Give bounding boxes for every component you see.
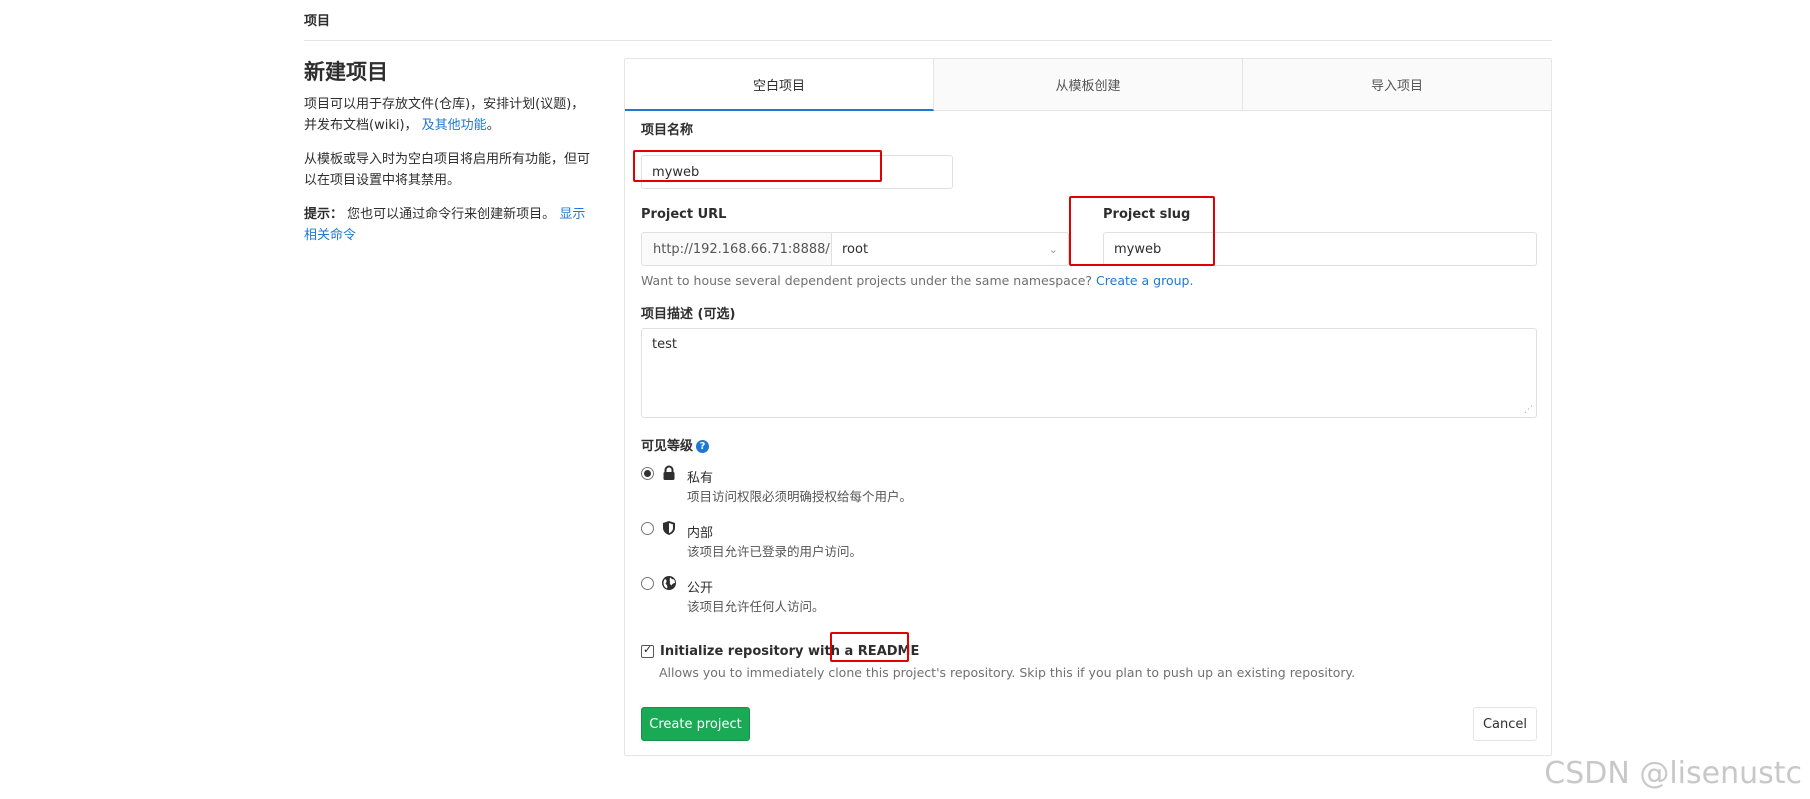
readme-label-strong: README xyxy=(857,644,920,659)
project-url-label: Project URL xyxy=(641,207,727,222)
new-project-panel: 空白项目 从模板创建 导入项目 项目名称 myweb Project URL h… xyxy=(624,58,1552,756)
more-features-link[interactable]: 及其他功能 xyxy=(422,118,487,133)
readme-label[interactable]: Initialize repository with a README xyxy=(660,644,919,659)
visibility-label-text: 可见等级 xyxy=(641,439,694,454)
help-question-icon[interactable]: ? xyxy=(696,440,710,453)
visibility-desc: 该项目允许任何人访问。 xyxy=(687,599,825,614)
create-project-button[interactable]: Create project xyxy=(641,707,750,741)
readme-label-text: Initialize repository with a xyxy=(660,644,854,659)
tab-import-project[interactable]: 导入项目 xyxy=(1243,59,1551,110)
sidebar-description: 项目可以用于存放文件(仓库)，安排计划(议题)，并发布文档(wiki)， 及其他… xyxy=(304,94,594,136)
globe-icon xyxy=(662,576,676,590)
radio-internal[interactable] xyxy=(641,522,654,535)
watermark: CSDN @lisenustc xyxy=(1544,756,1802,791)
project-tabs: 空白项目 从模板创建 导入项目 xyxy=(625,59,1551,111)
sidebar-template-note: 从模板或导入时为空白项目将启用所有功能，但可以在项目设置中将其禁用。 xyxy=(304,152,591,188)
namespace-value: root xyxy=(842,241,869,257)
visibility-title: 内部 xyxy=(687,526,714,541)
description-label: 项目描述 (可选) xyxy=(641,307,736,322)
sidebar-desc-end: 。 xyxy=(486,118,500,133)
lock-icon xyxy=(663,465,675,480)
readme-checkbox[interactable] xyxy=(641,643,654,658)
tip-label: 提示： xyxy=(304,207,344,222)
project-slug-label: Project slug xyxy=(1103,207,1191,222)
visibility-option-internal[interactable]: 内部 该项目允许已登录的用户访问。 xyxy=(641,520,1521,564)
project-slug-input[interactable]: myweb xyxy=(1103,232,1537,266)
cancel-button[interactable]: Cancel xyxy=(1473,707,1537,741)
namespace-select[interactable]: root ⌄ xyxy=(831,232,1069,266)
namespace-help: Want to house several dependent projects… xyxy=(641,273,1193,288)
visibility-title: 私有 xyxy=(687,471,714,486)
readme-help: Allows you to immediately clone this pro… xyxy=(659,665,1356,680)
tab-blank-project[interactable]: 空白项目 xyxy=(625,59,934,111)
project-url-prefix: http://192.168.66.71:8888/ xyxy=(641,232,831,266)
description-textarea[interactable]: test ⋰ xyxy=(641,328,1537,418)
visibility-title: 公开 xyxy=(687,581,714,596)
radio-private[interactable] xyxy=(641,467,654,480)
project-name-label: 项目名称 xyxy=(641,123,694,138)
radio-public[interactable] xyxy=(641,577,654,590)
description-value: test xyxy=(652,337,677,352)
visibility-desc: 该项目允许已登录的用户访问。 xyxy=(687,544,863,559)
visibility-label: 可见等级? xyxy=(641,435,710,454)
visibility-option-private[interactable]: 私有 项目访问权限必须明确授权给每个用户。 xyxy=(641,465,1521,509)
project-name-input[interactable]: myweb xyxy=(641,155,953,189)
create-group-link[interactable]: Create a group. xyxy=(1096,273,1193,288)
sidebar-tip: 提示： 您也可以通过命令行来创建新项目。 显示相关命令 xyxy=(304,204,594,246)
namespace-help-text: Want to house several dependent projects… xyxy=(641,273,1093,288)
visibility-desc: 项目访问权限必须明确授权给每个用户。 xyxy=(687,489,913,504)
sidebar-info: 新建项目 项目可以用于存放文件(仓库)，安排计划(议题)，并发布文档(wiki)… xyxy=(304,58,594,259)
page-title: 新建项目 xyxy=(304,60,388,84)
tab-create-from-template[interactable]: 从模板创建 xyxy=(934,59,1243,110)
shield-icon xyxy=(663,521,675,535)
visibility-option-public[interactable]: 公开 该项目允许任何人访问。 xyxy=(641,575,1521,619)
resize-grip-icon[interactable]: ⋰ xyxy=(1524,405,1533,415)
breadcrumb[interactable]: 项目 xyxy=(304,10,330,29)
tip-text: 您也可以通过命令行来创建新项目。 xyxy=(347,207,556,222)
header-divider xyxy=(304,40,1552,41)
chevron-down-icon: ⌄ xyxy=(1048,242,1058,256)
